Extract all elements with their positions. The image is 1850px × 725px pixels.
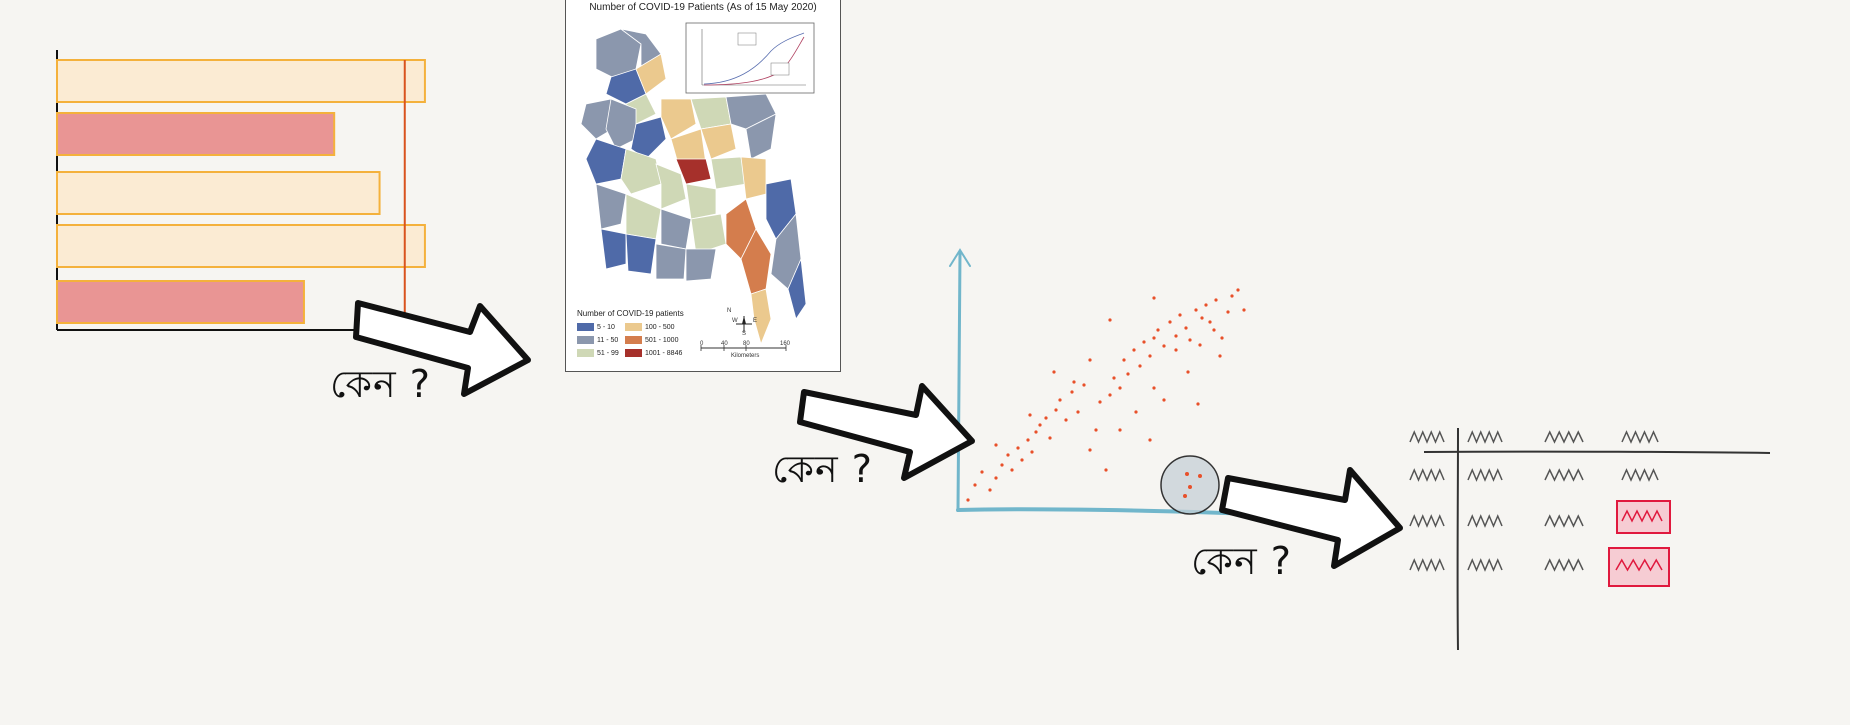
why-label: কেন ? bbox=[330, 362, 431, 406]
why-label: কেন ? bbox=[1191, 539, 1292, 583]
arrows-layer bbox=[353, 300, 1403, 569]
why-label: কেন ? bbox=[772, 447, 873, 491]
